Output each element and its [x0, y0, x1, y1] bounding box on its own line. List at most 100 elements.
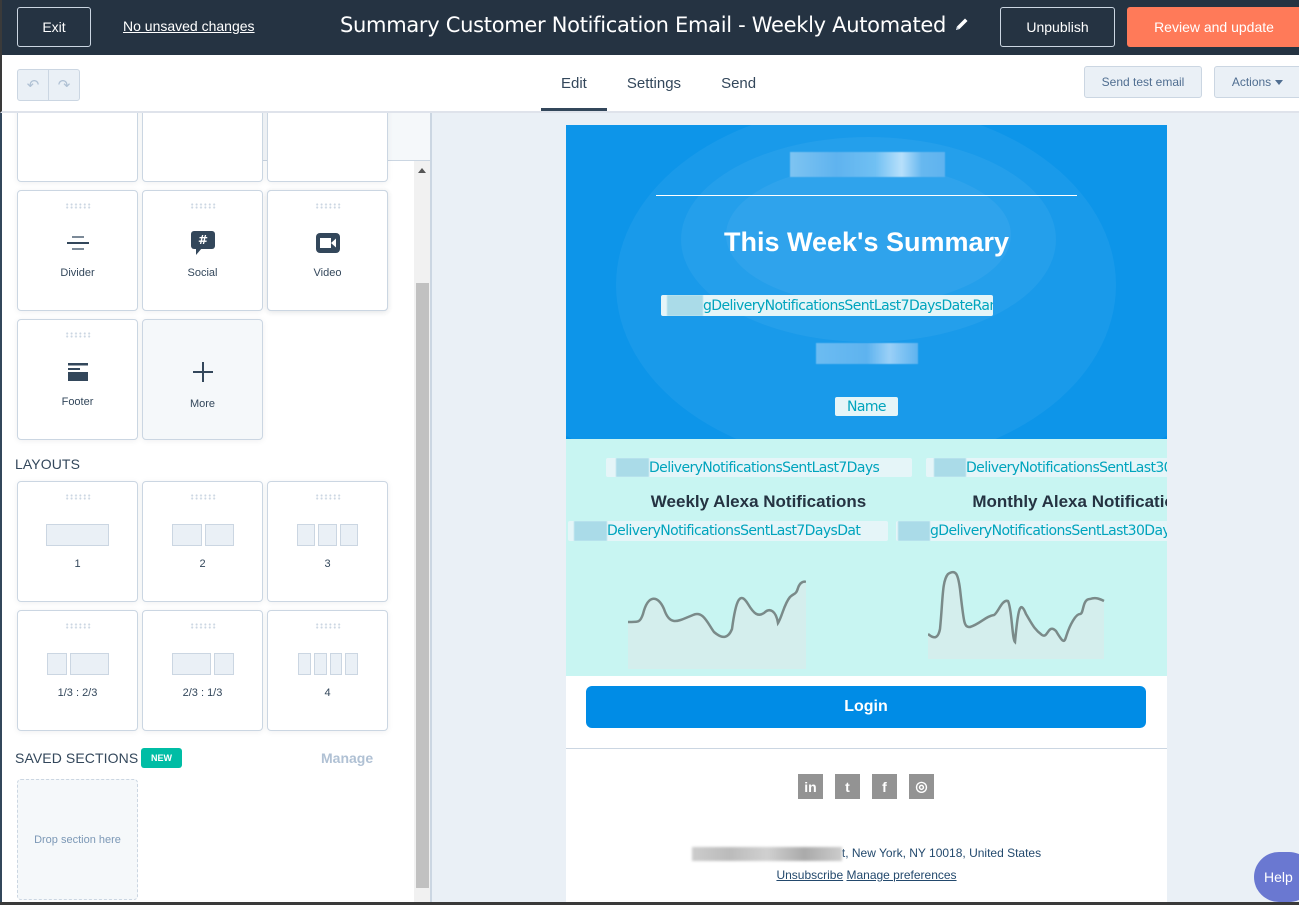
layouts-heading: LAYOUTS [15, 456, 81, 472]
weekly-title: Weekly Alexa Notifications [650, 492, 867, 511]
unsubscribe-link[interactable]: Unsubscribe [776, 868, 843, 882]
drag-handle-icon [189, 494, 216, 500]
drag-handle-icon [189, 203, 216, 209]
monthly-title: Monthly Alexa Notifications [972, 492, 1167, 511]
layout-1-3-2-3[interactable]: 1/3 : 2/3 [17, 610, 138, 731]
drag-handle-icon [64, 623, 91, 629]
module-social[interactable]: # Social [142, 190, 263, 311]
drag-handle-icon [314, 494, 341, 500]
token-text: DeliveryNotificationsSentLast7Days [649, 459, 880, 476]
undo-icon[interactable]: ↶ [18, 70, 49, 100]
blurred-logo [790, 152, 945, 177]
date-range-token[interactable]: gDeliveryNotificationsSentLast7DaysDateR… [661, 295, 993, 316]
tab-send[interactable]: Send [701, 55, 776, 111]
layout-2-3-1-3[interactable]: 2/3 : 1/3 [142, 610, 263, 731]
footer-address: t, New York, NY 10018, United States [566, 846, 1167, 861]
saved-sections-heading: SAVED SECTIONS [15, 750, 139, 766]
blurred-text [816, 343, 918, 364]
twitter-icon[interactable]: t [835, 774, 860, 799]
weekly-sparkline-image[interactable] [628, 569, 806, 669]
module-more[interactable]: More [142, 319, 263, 440]
layout-4-column[interactable]: 4 [267, 610, 388, 731]
module-label: More [189, 398, 216, 410]
tab-settings[interactable]: Settings [607, 55, 701, 111]
help-button[interactable]: Help [1254, 852, 1299, 902]
module-footer[interactable]: Footer [17, 319, 138, 440]
redacted-text [574, 521, 607, 541]
new-badge: NEW [141, 748, 182, 768]
pencil-icon[interactable] [954, 16, 970, 32]
editor-toolbar: ↶ ↷ Edit Settings Send Send test email A… [0, 55, 1299, 113]
module-video-inner[interactable]: Video [267, 190, 388, 311]
hero-title[interactable]: This Week's Summary [566, 227, 1167, 258]
drop-section-zone[interactable]: Drop section here [17, 779, 138, 900]
hero-section[interactable]: This Week's Summary gDeliveryNotificatio… [566, 125, 1167, 439]
weekly-count-token[interactable]: DeliveryNotificationsSentLast7Days [606, 458, 912, 477]
monthly-count-token[interactable]: DeliveryNotificationsSentLast30Days [926, 458, 1167, 477]
redo-icon[interactable]: ↷ [49, 70, 79, 100]
redacted-text [667, 295, 703, 316]
login-section: Login [566, 676, 1167, 749]
drag-handle-icon [314, 623, 341, 629]
layout-2-icon [171, 524, 234, 546]
stats-section[interactable]: DeliveryNotificationsSentLast7Days Deliv… [566, 439, 1167, 676]
plus-icon [192, 358, 214, 386]
exit-button[interactable]: Exit [17, 7, 91, 47]
redacted-text [691, 846, 842, 861]
token-text: DeliveryNotificationsSentLast7DaysDat [607, 523, 861, 539]
left-panel: Content Design Divider # Social Video [2, 113, 432, 905]
drag-handle-icon [64, 332, 91, 338]
module-label: Footer [61, 396, 94, 408]
token-text: Name [847, 398, 887, 415]
facebook-icon[interactable]: f [872, 774, 897, 799]
layout-1-column[interactable]: 1 [17, 481, 138, 602]
module-divider[interactable]: Divider [17, 190, 138, 311]
drag-handle-icon [189, 623, 216, 629]
layout-label: 1/3 : 2/3 [57, 687, 98, 699]
name-token[interactable]: Name [835, 397, 898, 416]
hero-divider-line [656, 195, 1077, 196]
manage-link[interactable]: Manage [321, 750, 373, 766]
actions-dropdown[interactable]: Actions [1214, 66, 1299, 98]
login-button[interactable]: Login [586, 686, 1146, 728]
redacted-text [616, 458, 649, 477]
token-text: DeliveryNotificationsSentLast30Days [966, 459, 1167, 476]
review-and-update-button[interactable]: Review and update [1127, 7, 1299, 47]
layout-3-column[interactable]: 3 [267, 481, 388, 602]
redacted-text [934, 458, 966, 477]
layout-3-icon [297, 524, 358, 546]
layout-label: 2/3 : 1/3 [182, 687, 223, 699]
save-status-link[interactable]: No unsaved changes [123, 18, 255, 34]
send-test-email-button[interactable]: Send test email [1084, 66, 1202, 98]
editor-tabs: Edit Settings Send [541, 55, 776, 111]
drag-handle-icon [64, 203, 91, 209]
address-text: t, New York, NY 10018, United States [841, 846, 1042, 860]
undo-redo-group: ↶ ↷ [17, 69, 80, 101]
monthly-range-token[interactable]: gDeliveryNotificationsSentLast30DaysDate… [896, 521, 1167, 541]
monthly-sparkline-image[interactable] [928, 569, 1106, 659]
module-label: Divider [60, 267, 95, 279]
social-hashtag-icon: # [190, 229, 216, 257]
scrollbar-thumb[interactable] [416, 283, 429, 888]
linkedin-icon[interactable]: in [798, 774, 823, 799]
email-canvas: This Week's Summary gDeliveryNotificatio… [432, 113, 1299, 905]
layout-4-icon [297, 653, 358, 675]
social-links: in t f ◎ [798, 774, 934, 799]
instagram-icon[interactable]: ◎ [909, 774, 934, 799]
drag-handle-icon [64, 494, 91, 500]
redacted-text [898, 521, 930, 541]
actions-label: Actions [1231, 75, 1272, 89]
svg-text:#: # [197, 233, 207, 247]
layout-label: 3 [324, 558, 331, 570]
module-label: Video [313, 267, 342, 279]
module-label: Social [187, 267, 218, 279]
unpublish-button[interactable]: Unpublish [1000, 7, 1115, 47]
layout-2-column[interactable]: 2 [142, 481, 263, 602]
manage-preferences-link[interactable]: Manage preferences [846, 868, 956, 882]
scroll-up-arrow-icon[interactable] [418, 168, 426, 173]
panel-scrollbar[interactable] [414, 161, 430, 905]
weekly-range-token[interactable]: DeliveryNotificationsSentLast7DaysDat [568, 521, 888, 541]
email-preview: This Week's Summary gDeliveryNotificatio… [566, 125, 1167, 905]
tab-edit[interactable]: Edit [541, 55, 607, 111]
layout-label: 2 [199, 558, 206, 570]
